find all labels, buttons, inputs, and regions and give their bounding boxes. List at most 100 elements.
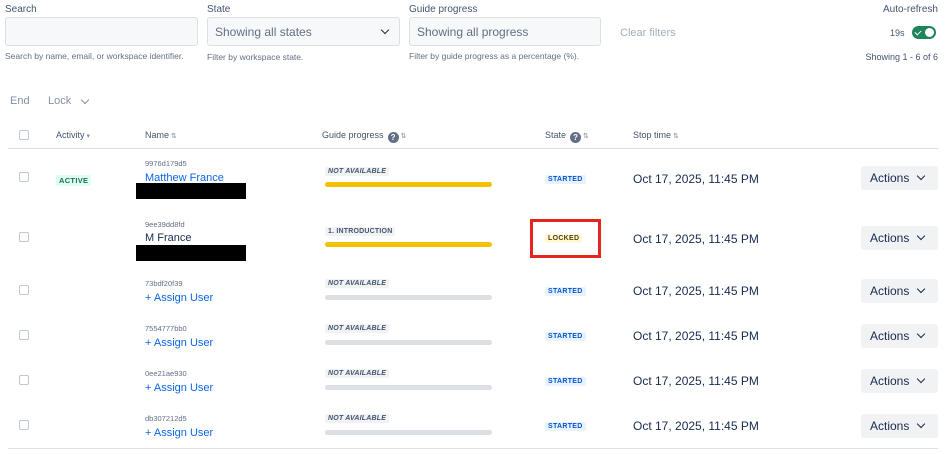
state-badge: STARTED [545, 287, 586, 296]
auto-refresh-countdown: 19s [890, 28, 905, 38]
chevron-down-icon [916, 231, 926, 241]
chevron-down-icon [916, 329, 926, 339]
row-checkbox[interactable] [19, 232, 29, 242]
actions-button[interactable]: Actions [861, 369, 938, 393]
row-checkbox[interactable] [19, 285, 29, 295]
chevron-down-icon [916, 171, 926, 181]
header-divider [8, 148, 938, 149]
select-all-checkbox[interactable] [19, 130, 29, 140]
sort-desc-icon: ▾ [86, 133, 91, 140]
guide-progress-tag: NOT AVAILABLE [325, 369, 390, 378]
actions-button[interactable]: Actions [861, 324, 938, 348]
auto-refresh-label: Auto-refresh [882, 4, 938, 15]
column-stop-time[interactable]: Stop time ⇅ [633, 130, 679, 140]
sort-icon: ⇅ [583, 133, 589, 140]
guide-progress-bar [325, 242, 492, 247]
guide-progress-bar [325, 182, 492, 187]
question-icon[interactable]: ? [387, 132, 399, 143]
assign-user-link[interactable]: + Assign User [145, 337, 213, 349]
search-input[interactable] [5, 17, 198, 46]
workspace-identifier: 0ee21ae930 [145, 369, 187, 378]
guide-progress-label: Guide progress [409, 4, 478, 15]
actions-label: Actions [870, 329, 910, 343]
stop-time: Oct 17, 2025, 11:45 PM [633, 374, 759, 388]
stop-time: Oct 17, 2025, 11:45 PM [633, 232, 759, 246]
chevron-down-icon [916, 284, 926, 294]
column-guide-progress[interactable]: Guide progress? ⇅ [322, 130, 406, 143]
stop-time: Oct 17, 2025, 11:45 PM [633, 284, 759, 298]
actions-button[interactable]: Actions [861, 414, 938, 438]
guide-progress-bar [325, 385, 492, 390]
state-badge: STARTED [545, 332, 586, 341]
check-icon [914, 28, 922, 36]
question-icon[interactable]: ? [570, 132, 582, 143]
state-badge: STARTED [545, 422, 586, 431]
state-label: State [207, 4, 231, 15]
column-stop-time-label: Stop time [633, 130, 672, 140]
row-checkbox[interactable] [19, 375, 29, 385]
search-help: Search by name, email, or workspace iden… [5, 51, 184, 61]
column-activity[interactable]: Activity ▾ [56, 130, 90, 140]
chevron-down-icon [80, 95, 90, 105]
column-name-label: Name [145, 130, 170, 140]
guide-progress-tag: 1. INTRODUCTION [325, 227, 396, 236]
state-select[interactable]: Showing all states [207, 17, 400, 46]
column-guide-progress-label: Guide progress [322, 130, 384, 140]
guide-progress-tag: NOT AVAILABLE [325, 279, 390, 288]
chevron-down-icon [916, 419, 926, 429]
end-button[interactable]: End [10, 95, 30, 107]
guide-progress-tag: NOT AVAILABLE [325, 324, 390, 333]
guide-progress-bar [325, 430, 492, 435]
actions-label: Actions [870, 374, 910, 388]
progress-fill [325, 182, 492, 187]
guide-progress-tag: NOT AVAILABLE [325, 167, 390, 176]
state-help: Filter by workspace state. [207, 52, 304, 62]
guide-progress-tag: NOT AVAILABLE [325, 414, 390, 423]
sort-icon: ⇅ [171, 133, 177, 140]
workspace-identifier: 7554777bb0 [145, 324, 187, 333]
assign-user-link[interactable]: + Assign User [145, 292, 213, 304]
workspace-identifier: 9976d179d5 [145, 159, 187, 168]
actions-label: Actions [870, 171, 910, 185]
workspace-identifier: 73bdf20f39 [145, 279, 183, 288]
state-badge: STARTED [545, 377, 586, 386]
column-activity-label: Activity [56, 130, 85, 140]
row-checkbox[interactable] [19, 420, 29, 430]
guide-progress-input[interactable]: Showing all progress [409, 17, 601, 46]
redacted-block [136, 245, 246, 261]
sort-icon: ⇅ [673, 133, 679, 140]
redacted-block [136, 183, 246, 199]
guide-progress-bar [325, 295, 492, 300]
results-count: Showing 1 - 6 of 6 [865, 52, 938, 62]
stop-time: Oct 17, 2025, 11:45 PM [633, 172, 759, 186]
actions-label: Actions [870, 284, 910, 298]
table-bottom-divider [8, 448, 938, 449]
state-badge: STARTED [545, 175, 586, 184]
column-state[interactable]: State? ⇅ [545, 130, 589, 143]
assign-user-link[interactable]: + Assign User [145, 382, 213, 394]
actions-button[interactable]: Actions [861, 166, 938, 190]
workspace-identifier: 9ee39dd8fd [145, 220, 185, 229]
workspace-identifier: db307212d5 [145, 414, 187, 423]
state-badge: LOCKED [545, 234, 583, 243]
toggle-knob [925, 28, 934, 37]
chevron-down-icon [916, 374, 926, 384]
actions-label: Actions [870, 231, 910, 245]
column-name[interactable]: Name ⇅ [145, 130, 177, 140]
stop-time: Oct 17, 2025, 11:45 PM [633, 419, 759, 433]
chevron-down-icon [380, 25, 390, 35]
actions-button[interactable]: Actions [861, 279, 938, 303]
lock-button[interactable]: Lock [48, 95, 90, 107]
lock-button-label: Lock [48, 95, 72, 107]
assign-user-link[interactable]: + Assign User [145, 427, 213, 439]
search-label: Search [5, 4, 37, 15]
auto-refresh-toggle[interactable] [912, 26, 936, 39]
activity-badge: ACTIVE [56, 175, 92, 186]
row-checkbox[interactable] [19, 330, 29, 340]
row-checkbox[interactable] [19, 172, 29, 182]
actions-button[interactable]: Actions [861, 226, 938, 250]
guide-progress-input-value: Showing all progress [417, 25, 529, 39]
user-name: M France [145, 232, 192, 244]
clear-filters-button[interactable]: Clear filters [620, 27, 676, 39]
state-select-value: Showing all states [215, 25, 312, 39]
